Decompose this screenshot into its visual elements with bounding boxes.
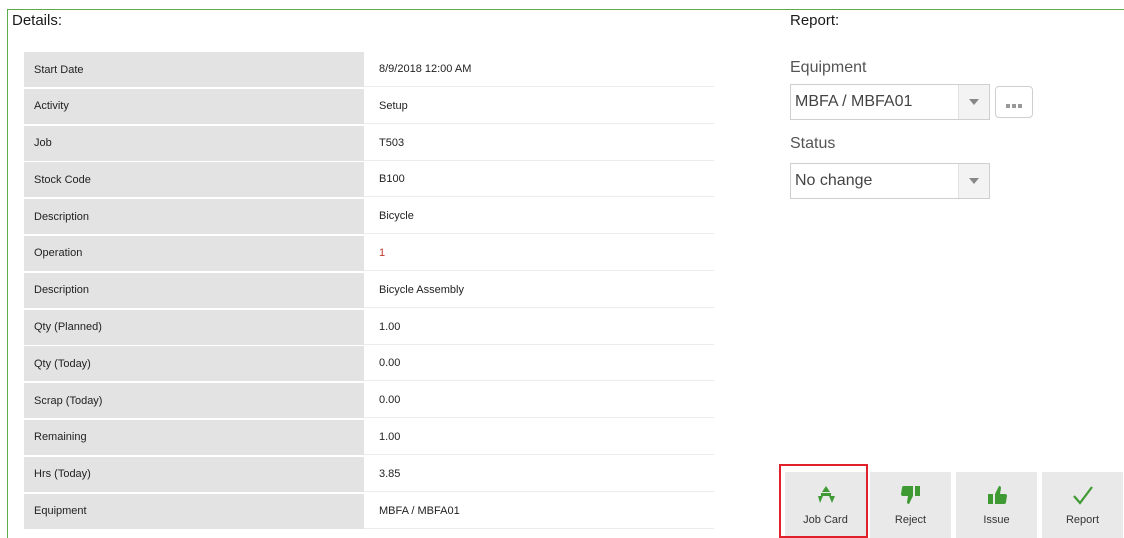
chevron-down-icon[interactable] <box>958 85 989 119</box>
details-value: 3.85 <box>364 457 714 492</box>
details-row-qty-today: Qty (Today) 0.00 <box>24 346 714 382</box>
chevron-down-icon[interactable] <box>958 164 989 198</box>
details-label: Hrs (Today) <box>24 456 364 492</box>
details-value: 0.00 <box>364 383 714 419</box>
details-row-operation-description: Description Bicycle Assembly <box>24 272 714 308</box>
details-value: 8/9/2018 12:00 AM <box>364 52 714 87</box>
equipment-label: Equipment <box>790 59 867 76</box>
details-row-operation: Operation 1 <box>24 235 714 271</box>
job-card-button[interactable]: Job Card <box>785 472 866 538</box>
details-row-qty-planned: Qty (Planned) 1.00 <box>24 309 714 345</box>
ellipsis-dot <box>1012 104 1016 108</box>
details-label: Activity <box>24 88 364 124</box>
details-value: 0.00 <box>364 346 714 382</box>
details-value: Bicycle Assembly <box>364 273 714 308</box>
details-title: Details: <box>12 12 63 29</box>
equipment-select-value: MBFA / MBFA01 <box>795 93 913 110</box>
checkmark-icon <box>1072 482 1094 508</box>
details-label: Equipment <box>24 493 364 529</box>
details-value: Bicycle <box>364 199 714 235</box>
details-label: Operation <box>24 235 364 271</box>
details-value: T503 <box>364 126 714 161</box>
details-row-job: Job T503 <box>24 125 714 161</box>
details-row-remaining: Remaining 1.00 <box>24 419 714 455</box>
details-label: Qty (Planned) <box>24 309 364 345</box>
details-row-hrs-today: Hrs (Today) 3.85 <box>24 456 714 492</box>
details-label: Start Date <box>24 52 364 87</box>
details-value: 1 <box>364 236 714 271</box>
details-value: B100 <box>364 162 714 198</box>
details-row-equipment: Equipment MBFA / MBFA01 <box>24 493 714 529</box>
details-label: Description <box>24 199 364 235</box>
report-button[interactable]: Report <box>1042 472 1123 538</box>
panel-border-left <box>7 9 8 538</box>
details-row-stock-code: Stock Code B100 <box>24 162 714 198</box>
panel-border-top <box>7 9 1124 10</box>
details-table: Start Date 8/9/2018 12:00 AM Activity Se… <box>24 52 714 530</box>
thumbs-up-icon <box>986 482 1008 508</box>
details-row-scrap-today: Scrap (Today) 0.00 <box>24 383 714 419</box>
equipment-lookup-button[interactable] <box>995 86 1033 118</box>
job-card-icon <box>815 482 837 508</box>
details-label: Qty (Today) <box>24 346 364 382</box>
details-label: Description <box>24 272 364 308</box>
reject-button[interactable]: Reject <box>870 472 951 538</box>
details-value: MBFA / MBFA01 <box>364 494 714 529</box>
status-label: Status <box>790 135 836 152</box>
details-row-activity: Activity Setup <box>24 88 714 124</box>
details-row-description: Description Bicycle <box>24 199 714 235</box>
issue-label: Issue <box>983 514 1010 526</box>
equipment-select[interactable]: MBFA / MBFA01 <box>790 84 990 120</box>
details-label: Job <box>24 125 364 161</box>
ellipsis-dot <box>1018 104 1022 108</box>
details-value: 1.00 <box>364 310 714 345</box>
details-label: Scrap (Today) <box>24 383 364 419</box>
reject-label: Reject <box>894 514 927 526</box>
ellipsis-dot <box>1006 104 1010 108</box>
details-value: Setup <box>364 89 714 124</box>
status-select[interactable]: No change <box>790 163 990 199</box>
thumbs-down-icon <box>900 482 922 508</box>
details-label: Stock Code <box>24 162 364 198</box>
job-card-label: Job Card <box>803 514 848 526</box>
details-label: Remaining <box>24 419 364 455</box>
details-row-start-date: Start Date 8/9/2018 12:00 AM <box>24 52 714 87</box>
report-label: Report <box>1065 514 1100 526</box>
issue-button[interactable]: Issue <box>956 472 1037 538</box>
report-title: Report: <box>790 12 840 29</box>
details-value: 1.00 <box>364 420 714 455</box>
status-select-value: No change <box>795 172 873 189</box>
